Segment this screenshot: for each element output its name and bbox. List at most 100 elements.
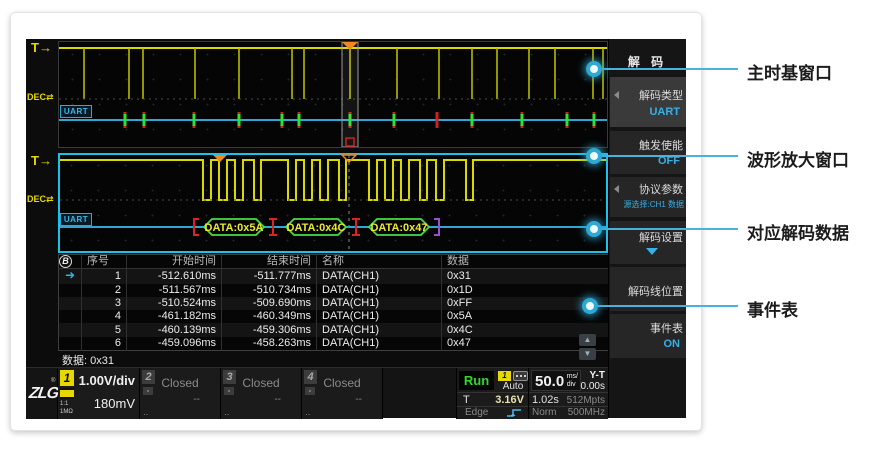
zoom-decode-marker: DEC⇄ — [27, 194, 54, 205]
ch4-sub: -- — [355, 394, 362, 405]
main-waveform — [59, 42, 607, 147]
display-mode: Y-T — [589, 370, 605, 381]
channel1-block[interactable]: 1 1:1 1MΩ 1.00V/div 180mV — [58, 368, 140, 419]
decode-label: DEC — [27, 194, 46, 204]
menu-item-event-table[interactable]: 事件表 ON — [610, 314, 686, 358]
divider — [457, 392, 528, 393]
zoom-window-border — [59, 154, 607, 252]
ch3-sub: -- — [274, 394, 281, 405]
callout-bullet-icon — [586, 148, 602, 164]
menu-item-trigger-enable[interactable]: 触发使能 OFF — [610, 131, 686, 174]
annotation-event-table: 事件表 — [747, 296, 798, 321]
callout-bullet-icon — [586, 61, 602, 77]
uart-bus-label[interactable]: UART — [60, 105, 92, 118]
edge-trigger-icon — [506, 407, 523, 418]
selected-data-status: 数据: 0x31 — [62, 352, 114, 368]
zoom-waveform: DATA:0x5A DATA:0x4C DATA:0x47 — [58, 153, 608, 253]
ch3-minus-badge: - — [224, 387, 234, 395]
acquire-mode: Norm — [532, 407, 556, 418]
ch2-minus-badge: - — [143, 387, 153, 395]
menu-item-protocol-params[interactable]: 协议参数 源选择:CH1 数据 — [610, 177, 686, 217]
bottom-status-bar: ZLG ® 1 1:1 1MΩ 1.00V/div 180mV 2 Closed… — [26, 367, 608, 418]
table-row[interactable]: 2 -511.567ms -510.734ms DATA(CH1) 0x1D — [59, 284, 609, 297]
ch3-dots: ‥ — [224, 408, 229, 417]
annotation-line — [598, 228, 738, 230]
bubble-text: DATA:0x5A — [205, 222, 264, 234]
table-scroll-up-button[interactable]: ▲ — [579, 334, 596, 346]
ch1-volts-per-div: 1.00V/div — [79, 373, 135, 388]
ch4-dots: ‥ — [305, 408, 310, 417]
chevron-left-icon — [614, 185, 619, 193]
run-state: Run — [464, 373, 489, 388]
table-row[interactable]: 6 -459.096ms -458.263ms DATA(CH1) 0x47 — [59, 337, 609, 351]
horizontal-block[interactable]: 50.0 ms/div Y-T 0.00s 1.02s 512Mpts Norm… — [529, 368, 608, 419]
annotation-zoom-window: 波形放大窗口 — [747, 146, 849, 171]
channel4-block[interactable]: 4 Closed - -- ‥ — [302, 368, 383, 419]
main-timebase-window — [58, 41, 608, 148]
decode-label: DEC — [27, 92, 46, 102]
table-row[interactable]: 5 -460.139ms -459.306ms DATA(CH1) 0x4C — [59, 323, 609, 336]
ch1-probe-ratio: 1:1 — [60, 401, 68, 408]
col-data: 数据 — [442, 255, 609, 269]
registered-icon: ® — [51, 378, 55, 384]
keypad-icon — [513, 371, 528, 381]
zoom-trigger-marker: T→ — [31, 153, 52, 168]
col-index: 序号 — [82, 255, 127, 269]
callout-bullet-icon — [582, 298, 598, 314]
ch1-badge: 1 — [60, 370, 74, 386]
chevron-up-icon: ▲ — [584, 335, 592, 344]
main-trigger-marker: T→ — [31, 40, 52, 55]
chevron-down-icon: ▼ — [584, 349, 592, 358]
annotation-decoded-data: 对应解码数据 — [747, 219, 849, 244]
swap-icon: ⇄ — [46, 194, 54, 204]
annotation-main-timebase: 主时基窗口 — [747, 59, 832, 84]
horizontal-offset: 0.00s — [581, 381, 605, 392]
ch1-zoom-trace — [60, 160, 606, 200]
decode-bubble-3: DATA:0x47 — [369, 219, 429, 235]
divider — [529, 392, 608, 393]
decode-bubble-1: DATA:0x5A — [204, 219, 264, 235]
table-row[interactable]: 3 -510.524ms -509.690ms DATA(CH1) 0xFF — [59, 297, 609, 310]
zlg-logo: ZLG — [28, 385, 60, 403]
trigger-label: T — [31, 40, 39, 55]
trigger-label: T — [463, 394, 470, 406]
acquisition-block[interactable]: Run 1 Auto T 3.16V Edge — [456, 368, 529, 419]
annotation-line — [598, 68, 738, 70]
ch1-impedance: 1MΩ — [60, 409, 73, 416]
zoom-region-band[interactable] — [342, 42, 358, 147]
bus-badge-letter: B — [62, 256, 69, 266]
ch2-dots: ‥ — [143, 408, 148, 417]
ch1-offset: 180mV — [94, 396, 135, 411]
ch2-sub: -- — [193, 394, 200, 405]
bubble-text: DATA:0x47 — [370, 222, 427, 234]
timebase-unit: ms/div — [567, 373, 578, 389]
timebase-scale-box: 50.0 ms/div — [531, 370, 581, 391]
trigger-type: Edge — [465, 407, 488, 418]
bubble-text: DATA:0x4C — [287, 222, 346, 234]
current-row-pointer-icon: ➜ — [65, 269, 75, 283]
brand-block: ZLG ® — [26, 368, 58, 419]
trigger-source-badge: 1 — [498, 371, 511, 381]
dc-coupling-icon — [60, 388, 74, 399]
dropdown-arrow-icon — [646, 248, 658, 255]
channel3-block[interactable]: 3 Closed - -- ‥ — [221, 368, 302, 419]
channel2-block[interactable]: 2 Closed - -- ‥ — [140, 368, 221, 419]
decode-bubble-2: DATA:0x4C — [286, 219, 346, 235]
uart-bus-label[interactable]: UART — [60, 213, 92, 226]
annotation-line — [594, 305, 738, 307]
capture-window: 1.02s — [532, 394, 559, 406]
trigger-sweep-mode: Auto — [497, 381, 529, 392]
col-name: 名称 — [317, 255, 442, 269]
memory-depth: 512Mpts — [567, 395, 605, 406]
table-row[interactable]: 4 -461.182ms -460.349ms DATA(CH1) 0x5A — [59, 310, 609, 323]
bus-badge-icon[interactable]: B — [59, 255, 72, 268]
trigger-level: 3.16V — [495, 394, 524, 406]
waveform-zoom-window: DATA:0x5A DATA:0x4C DATA:0x47 — [58, 153, 608, 253]
event-table: B 序号 开始时间 结束时间 名称 数据 ➜ 1 -512.610ms -511… — [58, 254, 609, 351]
table-scroll-down-button[interactable]: ▼ — [579, 348, 596, 360]
table-row[interactable]: ➜ 1 -512.610ms -511.777ms DATA(CH1) 0x31 — [59, 269, 609, 284]
annotation-line — [598, 155, 738, 157]
menu-item-decode-type[interactable]: 解码类型 UART — [610, 77, 686, 127]
col-start-time: 开始时间 — [127, 255, 222, 269]
swap-icon: ⇄ — [46, 92, 54, 102]
